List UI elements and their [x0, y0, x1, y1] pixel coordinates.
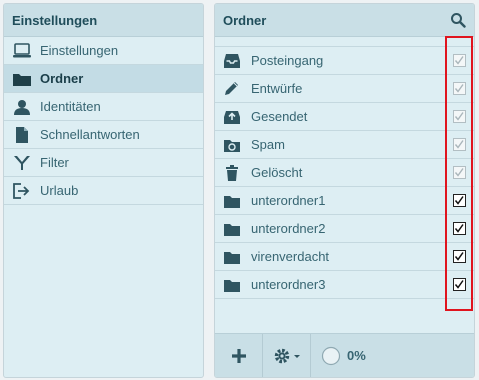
folder-label[interactable]: unterordner3 [251, 277, 474, 292]
settings-sidebar: Einstellungen Einstellungen Ordner Ident… [3, 3, 204, 378]
trash-icon [223, 164, 243, 182]
folder-row-unterordner2: unterordner2 [215, 215, 474, 243]
settings-title: Einstellungen [12, 12, 98, 28]
plus-icon [231, 348, 246, 363]
settings-header: Einstellungen [4, 4, 203, 37]
sidebar-item-ordner[interactable]: Ordner [4, 65, 203, 93]
folders-panel: Ordner Posteingang Entwürfe Gesendet Spa… [214, 3, 475, 378]
sidebar-item-label: Ordner [40, 71, 84, 86]
subscribe-checkbox[interactable] [453, 222, 466, 235]
sidebar-item-filter[interactable]: Filter [4, 149, 203, 177]
exit-arrow-icon [12, 182, 34, 200]
filter-icon [12, 154, 34, 172]
recycle-folder-icon [223, 136, 243, 154]
folder-label[interactable]: unterordner2 [251, 221, 474, 236]
folder-label[interactable]: Spam [251, 137, 474, 152]
subscribe-checkbox[interactable] [453, 278, 466, 291]
quota-pie-icon [321, 346, 341, 365]
quota-value: 0% [347, 348, 366, 363]
sidebar-item-urlaub[interactable]: Urlaub [4, 177, 203, 205]
quota-display: 0% [311, 346, 366, 366]
sidebar-item-schnellantworten[interactable]: Schnellantworten [4, 121, 203, 149]
folder-icon [223, 192, 243, 210]
folder-label[interactable]: Gelöscht [251, 165, 474, 180]
subscribe-checkbox[interactable] [453, 110, 466, 123]
sidebar-item-label: Einstellungen [40, 43, 119, 58]
folders-toolbar: 0% [215, 333, 474, 377]
subscribe-checkbox[interactable] [453, 194, 466, 207]
gear-icon [274, 348, 300, 363]
sidebar-item-label: Filter [40, 155, 69, 170]
add-folder-button[interactable] [215, 333, 263, 377]
inbox-icon [223, 52, 243, 70]
laptop-icon [12, 42, 34, 60]
subscribe-checkbox[interactable] [453, 82, 466, 95]
folder-row-entwuerfe: Entwürfe [215, 75, 474, 103]
folder-row-geloescht: Gelöscht [215, 159, 474, 187]
folder-label[interactable]: Gesendet [251, 109, 474, 124]
folder-label[interactable]: unterordner1 [251, 193, 474, 208]
sidebar-item-einstellungen[interactable]: Einstellungen [4, 37, 203, 65]
search-icon[interactable] [450, 12, 466, 28]
person-icon [12, 98, 34, 116]
folder-label[interactable]: virenverdacht [251, 249, 474, 264]
folder-icon [223, 248, 243, 266]
folder-row-gesendet: Gesendet [215, 103, 474, 131]
folder-row-virenverdacht: virenverdacht [215, 243, 474, 271]
folder-actions-button[interactable] [263, 333, 311, 377]
settings-nav: Einstellungen Ordner Identitäten Schnell… [4, 37, 203, 205]
folder-label[interactable]: Posteingang [251, 53, 474, 68]
folder-row-spam: Spam [215, 131, 474, 159]
folders-title: Ordner [223, 12, 267, 28]
sent-icon [223, 108, 243, 126]
folder-row-posteingang: Posteingang [215, 47, 474, 75]
sidebar-item-identitaeten[interactable]: Identitäten [4, 93, 203, 121]
subscribe-checkbox[interactable] [453, 166, 466, 179]
subscribe-checkbox[interactable] [453, 54, 466, 67]
folder-icon [12, 70, 34, 88]
sidebar-item-label: Schnellantworten [40, 127, 140, 142]
subscribe-checkbox[interactable] [453, 250, 466, 263]
sidebar-item-label: Urlaub [40, 183, 79, 198]
sidebar-item-label: Identitäten [40, 99, 101, 114]
document-icon [12, 126, 34, 144]
subscribe-checkbox[interactable] [453, 138, 466, 151]
folder-row-unterordner1: unterordner1 [215, 187, 474, 215]
folder-list: Posteingang Entwürfe Gesendet Spam Gelös… [215, 46, 474, 299]
pencil-icon [223, 80, 243, 98]
folder-label[interactable]: Entwürfe [251, 81, 474, 96]
folders-header: Ordner [215, 4, 474, 37]
folder-icon [223, 276, 243, 294]
folder-icon [223, 220, 243, 238]
folder-row-unterordner3: unterordner3 [215, 271, 474, 299]
